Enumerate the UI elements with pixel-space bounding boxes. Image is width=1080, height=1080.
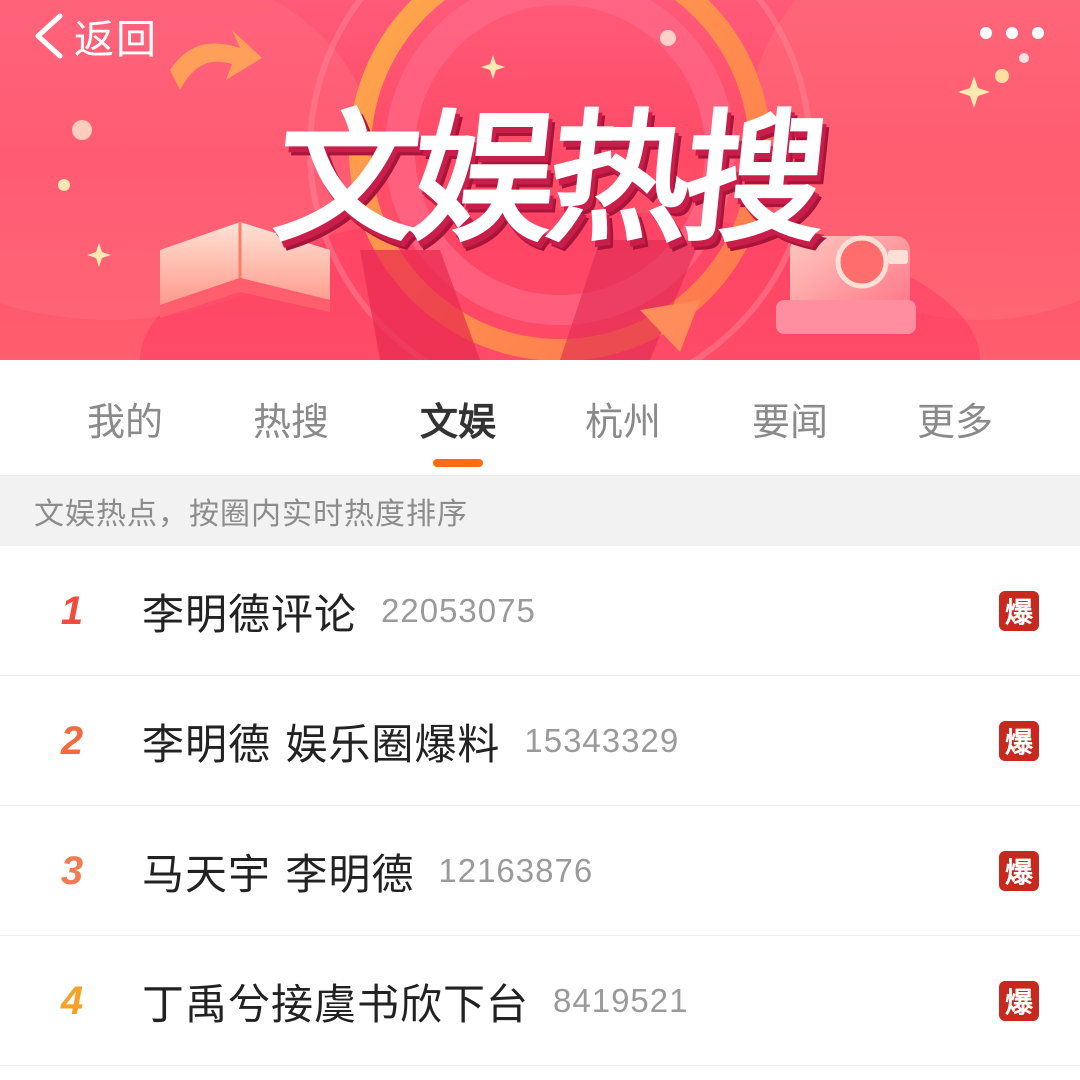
rank-number: 2 [60, 718, 84, 763]
dot [980, 27, 992, 39]
item-title: 李明德评论 [142, 589, 358, 639]
list-item[interactable]: 2 李明德 娱乐圈爆料 15343329 爆 [0, 676, 1080, 806]
back-label: 返回 [74, 17, 158, 63]
heat-count: 8419521 [553, 982, 689, 1019]
hot-badge: 爆 [999, 721, 1039, 761]
hot-badge: 爆 [999, 981, 1039, 1021]
hot-search-list: 1 李明德评论 22053075 爆 2 李明德 娱乐圈爆料 15343329 … [0, 546, 1080, 1066]
active-tab-indicator [433, 459, 483, 467]
tab-hangzhou[interactable]: 杭州 [540, 360, 706, 476]
item-content: 李明德 娱乐圈爆料 15343329 [142, 676, 679, 806]
rank-number: 3 [60, 848, 84, 893]
heat-count: 12163876 [438, 852, 594, 889]
list-item[interactable]: 3 马天宇 李明德 12163876 爆 [0, 806, 1080, 936]
item-content: 丁禹兮接虞书欣下台 8419521 [142, 936, 689, 1066]
tab-hot-search[interactable]: 热搜 [208, 360, 374, 476]
heat-count: 22053075 [381, 592, 536, 629]
more-dots-icon[interactable] [980, 22, 1044, 44]
item-title: 李明德 娱乐圈爆料 [142, 719, 501, 769]
item-content: 李明德评论 22053075 [142, 546, 536, 676]
header-banner: 返回 文娱热搜 [0, 0, 1080, 360]
dot [1006, 27, 1018, 39]
rank-number: 1 [60, 588, 84, 633]
item-title: 马天宇 李明德 [142, 849, 415, 899]
item-content: 马天宇 李明德 12163876 [142, 806, 593, 936]
rank-number: 4 [60, 978, 84, 1023]
heat-count: 15343329 [524, 722, 680, 759]
tab-mine[interactable]: 我的 [42, 360, 208, 476]
section-description: 文娱热点，按圈内实时热度排序 [0, 476, 1080, 546]
banner-title: 文娱热搜 [267, 97, 830, 262]
hot-badge: 爆 [999, 851, 1039, 891]
chevron-left-icon [30, 10, 70, 62]
list-item[interactable]: 1 李明德评论 22053075 爆 [0, 546, 1080, 676]
item-title: 丁禹兮接虞书欣下台 [142, 979, 530, 1029]
dot [1032, 27, 1044, 39]
tab-bar: 我的 热搜 文娱 杭州 要闻 更多 [0, 360, 1080, 476]
back-button[interactable]: 返回 [30, 6, 158, 66]
tab-more[interactable]: 更多 [872, 360, 1038, 476]
list-item[interactable]: 4 丁禹兮接虞书欣下台 8419521 爆 [0, 936, 1080, 1066]
tab-news[interactable]: 要闻 [707, 360, 873, 476]
hot-badge: 爆 [999, 591, 1039, 631]
